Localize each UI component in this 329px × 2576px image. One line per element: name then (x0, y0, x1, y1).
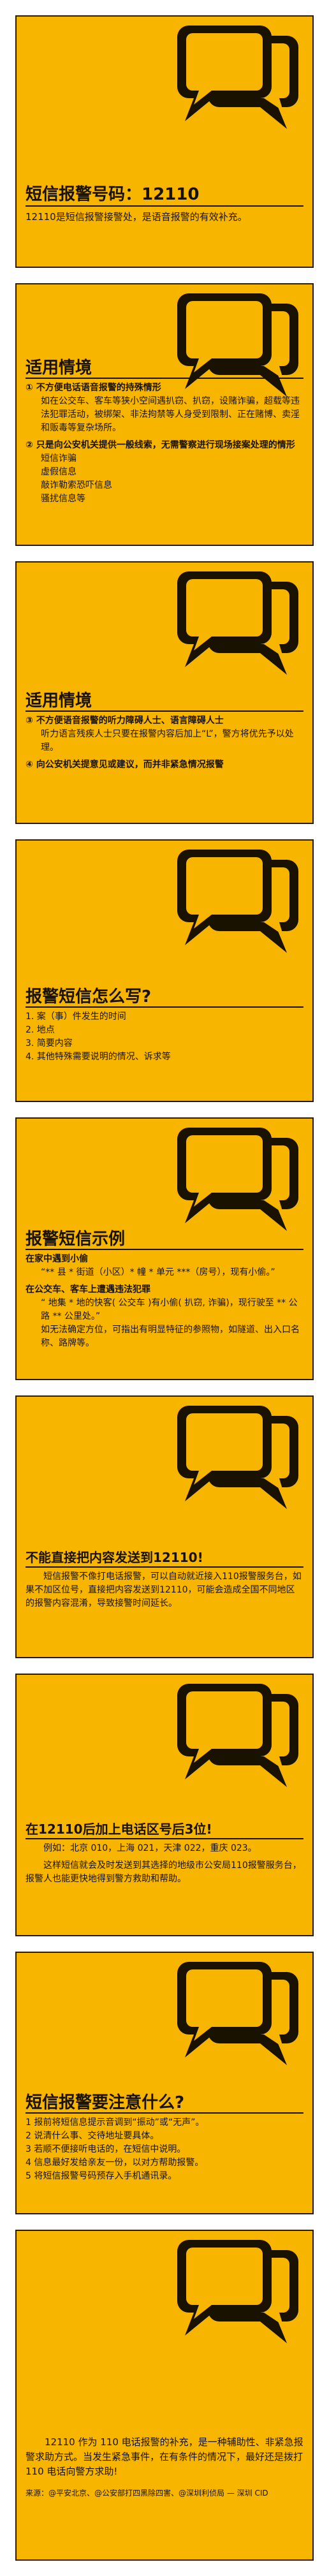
divider (26, 1249, 303, 1250)
list-item: 1 报前将短信息提示音调到“振动”或“无声”。 (26, 2117, 205, 2128)
panel-area-code-warning: 不能直接把内容发送到12110! 短信报警不像打电话报警，可以自动就近接入110… (15, 1395, 314, 1658)
panel-summary: 12110 作为 110 电话报警的补充，是一种辅助性、非紧急报警求助方式。当发… (15, 2230, 314, 2561)
speech-bubbles-icon (177, 850, 298, 953)
area-code-warning-title: 不能直接把内容发送到12110! (26, 1550, 203, 1565)
how-to-write-list: 1. 案（事）件发生的时间 2. 地点 3. 简要内容 4. 其他特殊需要说明的… (26, 1010, 303, 1064)
source-credit: 来源：@平安北京、@公安部打四黑除四害、@深圳利侦局 — 深圳 CID (26, 2489, 268, 2498)
divider (26, 205, 303, 207)
area-code-warning-text: 短信报警不像打电话报警，可以自动就近接入110报警服务台，如果不加区位号，直接把… (26, 1571, 302, 1608)
list-item: 1. 案（事）件发生的时间 (26, 1012, 126, 1022)
applicable-title: 适用情境 (26, 358, 92, 378)
speech-bubbles-icon (177, 1684, 298, 1787)
case-3-text: 听力语言残疾人士只要在报警内容后加上“L”，警方将优先予以处理。 (41, 729, 294, 753)
panel-applicable-2: 适用情境 ③ 不方便语音报警的听力障碍人士、语言障碍人士 听力语言残疾人士只要在… (15, 561, 314, 824)
how-to-write-title: 报警短信怎么写? (26, 987, 152, 1006)
applicable-body: ① 不方便电话语音报警的持殊情形 如在公交车、客车等狭小空间遇扒窃、扒窃，设赌诈… (26, 381, 303, 506)
list-item: 4. 其他特殊需要说明的情况、诉求等 (26, 1052, 171, 1062)
clue-item: 敲诈勒索恐吓信息 (41, 480, 112, 490)
divider (26, 710, 303, 712)
list-item: 4 信息最好发给亲友一份，以对方帮助报警。 (26, 2158, 204, 2168)
speech-bubbles-icon (177, 2240, 298, 2343)
list-item: 3. 简要内容 (26, 1038, 73, 1049)
clue-item: 骚扰信息等 (41, 494, 85, 504)
poster: 短信报警号码：12110 12110是短信报警接警处，是语音报警的有效补充。 适… (0, 0, 329, 2576)
hotline-title: 短信报警号码：12110 (26, 185, 200, 204)
notes-title: 短信报警要注意什么? (26, 2093, 185, 2112)
clue-item: 虚假信息 (41, 467, 77, 477)
divider (26, 1006, 303, 1008)
divider (26, 2112, 303, 2114)
area-code-how-title: 在12110后加上电话区号后3位! (26, 1822, 212, 1837)
example-1-heading: 在家中遇到小偷 (26, 1254, 88, 1264)
summary-body: 12110 作为 110 电话报警的补充，是一种辅助性、非紧急报警求助方式。当发… (26, 2435, 303, 2499)
speech-bubbles-icon (177, 1962, 298, 2065)
area-code-explanation: 这样短信就会及时发送到其选择的地级市公安局110报警服务台，报警人也能更快地得到… (26, 1860, 302, 1884)
panel-applicable-1: 适用情境 ① 不方便电话语音报警的持殊情形 如在公交车、客车等狭小空间遇扒窃、扒… (15, 283, 314, 546)
clue-item: 短信诈骗 (41, 453, 77, 464)
list-item: 5 将短信报警号码预存入手机通讯录。 (26, 2171, 177, 2181)
panel-area-code-how: 在12110后加上电话区号后3位! 例如：北京 010，上海 021，天津 02… (15, 1674, 314, 1936)
summary-text: 12110 作为 110 电话报警的补充，是一种辅助性、非紧急报警求助方式。当发… (26, 2436, 303, 2477)
area-code-example: 例如：北京 010，上海 021，天津 022，重庆 023。 (43, 1843, 257, 1853)
example-1-text: “** 县 * 街道（小区）* 幢 * 单元 ***（房号），现有小偷。” (41, 1267, 275, 1277)
case-2-heading: ② 只是向公安机关提供一般线索，无需警察进行现场接案处理的情形 (26, 440, 295, 450)
area-code-how-body: 例如：北京 010，上海 021，天津 022，重庆 023。 这样短信就会及时… (26, 1842, 303, 1886)
speech-bubbles-icon (177, 26, 298, 129)
case-1-heading: ① 不方便电话语音报警的持殊情形 (26, 383, 161, 393)
list-item: 2 说清什么事、交待地址要具体。 (26, 2131, 159, 2141)
notes-list: 1 报前将短信息提示音调到“振动”或“无声”。 2 说清什么事、交待地址要具体。… (26, 2116, 303, 2183)
panel-how-to-write: 报警短信怎么写? 1. 案（事）件发生的时间 2. 地点 3. 简要内容 4. … (15, 839, 314, 1102)
applicable-body: ③ 不方便语音报警的听力障碍人士、语言障碍人士 听力语言残疾人士只要在报警内容后… (26, 714, 303, 772)
list-item: 2. 地点 (26, 1025, 55, 1035)
divider (26, 1566, 303, 1568)
divider (26, 378, 303, 379)
speech-bubbles-icon (177, 1128, 298, 1231)
speech-bubbles-icon (177, 571, 298, 675)
panel-examples: 报警短信示例 在家中遇到小偷 “** 县 * 街道（小区）* 幢 * 单元 **… (15, 1117, 314, 1380)
example-2-note: 如无法确定方位，可指出有明显特征的参照物，如隧道、出入口名称、路牌等。 (41, 1325, 300, 1348)
list-item: 3 若顺不便接听电话的，在短信中说明。 (26, 2144, 186, 2154)
case-4-heading: ④ 向公安机关提意见或建议，而并非紧急情况报警 (26, 760, 224, 770)
case-1-text: 如在公交车、客车等狭小空间遇扒窃、扒窃，设赌诈骗，超载等违法犯罪活动，被绑架、非… (41, 396, 300, 433)
example-2-heading: 在公交车、客车上遭遇违法犯罪 (26, 1284, 150, 1295)
example-2-text: “ 地集 * 地的快客( 公交车 )有小偷( 扒窃, 诈骗)，现行驶至 ** 公… (41, 1298, 298, 1321)
divider (26, 1838, 303, 1839)
applicable-title: 适用情境 (26, 691, 92, 710)
hotline-text: 12110是短信报警接警处，是语音报警的有效补充。 (26, 211, 247, 223)
panel-notes: 短信报警要注意什么? 1 报前将短信息提示音调到“振动”或“无声”。 2 说清什… (15, 1952, 314, 2214)
examples-body: 在家中遇到小偷 “** 县 * 街道（小区）* 幢 * 单元 ***（房号），现… (26, 1253, 303, 1350)
case-3-heading: ③ 不方便语音报警的听力障碍人士、语言障碍人士 (26, 716, 224, 726)
speech-bubbles-icon (177, 1406, 298, 1509)
examples-title: 报警短信示例 (26, 1230, 126, 1249)
panel-hotline: 短信报警号码：12110 12110是短信报警接警处，是语音报警的有效补充。 (15, 15, 314, 268)
